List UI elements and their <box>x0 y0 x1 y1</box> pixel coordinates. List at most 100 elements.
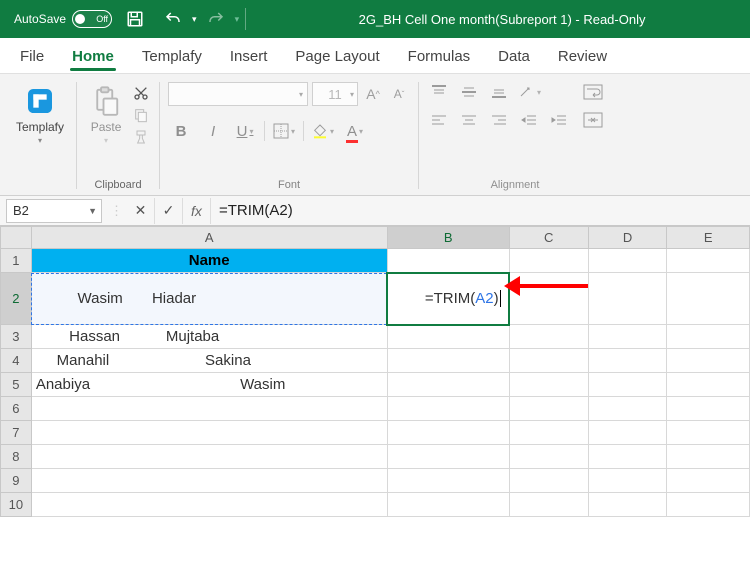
font-name-select[interactable]: ▾ <box>168 82 308 106</box>
cell-c5[interactable] <box>509 373 588 397</box>
cell-d7[interactable] <box>588 421 667 445</box>
cell-c2[interactable] <box>509 273 588 325</box>
align-top-icon[interactable] <box>427 82 451 102</box>
cell-e3[interactable] <box>667 325 750 349</box>
align-center-icon[interactable] <box>457 110 481 130</box>
col-header-c[interactable]: C <box>509 227 588 249</box>
italic-button[interactable]: I <box>200 118 226 144</box>
cell-b3[interactable] <box>387 325 509 349</box>
cell-c6[interactable] <box>509 397 588 421</box>
cut-icon[interactable] <box>131 84 151 102</box>
increase-indent-icon[interactable] <box>547 110 571 130</box>
col-header-d[interactable]: D <box>588 227 667 249</box>
cell-c9[interactable] <box>509 469 588 493</box>
cell-e4[interactable] <box>667 349 750 373</box>
autosave-switch[interactable]: Off <box>72 10 112 28</box>
decrease-font-icon[interactable]: Aˇ <box>388 82 410 106</box>
name-box[interactable]: B2 ▼ <box>6 199 102 223</box>
cell-e10[interactable] <box>667 493 750 517</box>
autosave-toggle[interactable]: AutoSave Off <box>8 8 118 30</box>
cell-d2[interactable] <box>588 273 667 325</box>
row-header[interactable]: 8 <box>1 445 32 469</box>
row-header[interactable]: 6 <box>1 397 32 421</box>
cell-c4[interactable] <box>509 349 588 373</box>
cell-b2[interactable]: =TRIM(A2) <box>387 273 509 325</box>
tab-review[interactable]: Review <box>544 40 621 73</box>
row-header[interactable]: 2 <box>1 273 32 325</box>
tab-formulas[interactable]: Formulas <box>394 40 485 73</box>
cell-b10[interactable] <box>387 493 509 517</box>
cell-b1[interactable] <box>387 249 509 273</box>
cell-c10[interactable] <box>509 493 588 517</box>
undo-dropdown-icon[interactable]: ▾ <box>192 14 197 25</box>
bold-button[interactable]: B <box>168 118 194 144</box>
cell-d9[interactable] <box>588 469 667 493</box>
merge-center-icon[interactable] <box>583 110 603 130</box>
row-header[interactable]: 7 <box>1 421 32 445</box>
cell-c7[interactable] <box>509 421 588 445</box>
align-left-icon[interactable] <box>427 110 451 130</box>
col-header-a[interactable]: A <box>31 227 387 249</box>
fill-color-button[interactable]: ▾ <box>310 118 336 144</box>
cell-a4[interactable]: Manahil Sakina <box>31 349 387 373</box>
cell-e8[interactable] <box>667 445 750 469</box>
format-painter-icon[interactable] <box>131 128 151 146</box>
row-header[interactable]: 5 <box>1 373 32 397</box>
cell-d3[interactable] <box>588 325 667 349</box>
paste-button[interactable]: Paste ▾ <box>85 82 127 147</box>
cell-a3[interactable]: Hassan Mujtaba <box>31 325 387 349</box>
cell-b5[interactable] <box>387 373 509 397</box>
wrap-text-icon[interactable] <box>583 82 603 102</box>
borders-button[interactable]: ▾ <box>271 118 297 144</box>
cell-a2[interactable]: Wasim Hiadar <box>31 273 387 325</box>
cell-c1[interactable] <box>509 249 588 273</box>
fx-icon[interactable]: fx <box>183 198 211 224</box>
redo-dropdown-icon[interactable]: ▾ <box>235 14 240 25</box>
cell-d6[interactable] <box>588 397 667 421</box>
underline-button[interactable]: U▾ <box>232 118 258 144</box>
tab-page-layout[interactable]: Page Layout <box>281 40 393 73</box>
cell-a9[interactable] <box>31 469 387 493</box>
cell-b4[interactable] <box>387 349 509 373</box>
cell-a5[interactable]: Anabiya Wasim <box>31 373 387 397</box>
cell-d1[interactable] <box>588 249 667 273</box>
cell-e6[interactable] <box>667 397 750 421</box>
cell-a7[interactable] <box>31 421 387 445</box>
row-header[interactable]: 3 <box>1 325 32 349</box>
cell-c3[interactable] <box>509 325 588 349</box>
cancel-formula-icon[interactable]: ✕ <box>127 198 155 224</box>
cell-d8[interactable] <box>588 445 667 469</box>
select-all-corner[interactable] <box>1 227 32 249</box>
orientation-icon[interactable]: ▾ <box>517 82 541 102</box>
font-color-button[interactable]: A ▾ <box>342 118 368 144</box>
increase-font-icon[interactable]: A^ <box>362 82 384 106</box>
cell-e5[interactable] <box>667 373 750 397</box>
row-header[interactable]: 9 <box>1 469 32 493</box>
row-header[interactable]: 4 <box>1 349 32 373</box>
decrease-indent-icon[interactable] <box>517 110 541 130</box>
tab-file[interactable]: File <box>6 40 58 73</box>
cell-e9[interactable] <box>667 469 750 493</box>
align-right-icon[interactable] <box>487 110 511 130</box>
tab-insert[interactable]: Insert <box>216 40 282 73</box>
row-header[interactable]: 1 <box>1 249 32 273</box>
cell-b6[interactable] <box>387 397 509 421</box>
cell-e1[interactable] <box>667 249 750 273</box>
tab-templafy[interactable]: Templafy <box>128 40 216 73</box>
undo-icon[interactable] <box>162 8 184 30</box>
cell-b9[interactable] <box>387 469 509 493</box>
cell-e2[interactable] <box>667 273 750 325</box>
align-middle-icon[interactable] <box>457 82 481 102</box>
formula-input[interactable]: =TRIM(A2) <box>211 199 750 223</box>
col-header-e[interactable]: E <box>667 227 750 249</box>
enter-formula-icon[interactable]: ✓ <box>155 198 183 224</box>
templafy-button[interactable]: Templafy ▾ <box>12 82 68 147</box>
tab-home[interactable]: Home <box>58 40 128 73</box>
font-size-select[interactable]: 11 ▾ <box>312 82 358 106</box>
copy-icon[interactable] <box>131 106 151 124</box>
cell-d4[interactable] <box>588 349 667 373</box>
cell-b7[interactable] <box>387 421 509 445</box>
tab-data[interactable]: Data <box>484 40 544 73</box>
cell-e7[interactable] <box>667 421 750 445</box>
cell-c8[interactable] <box>509 445 588 469</box>
